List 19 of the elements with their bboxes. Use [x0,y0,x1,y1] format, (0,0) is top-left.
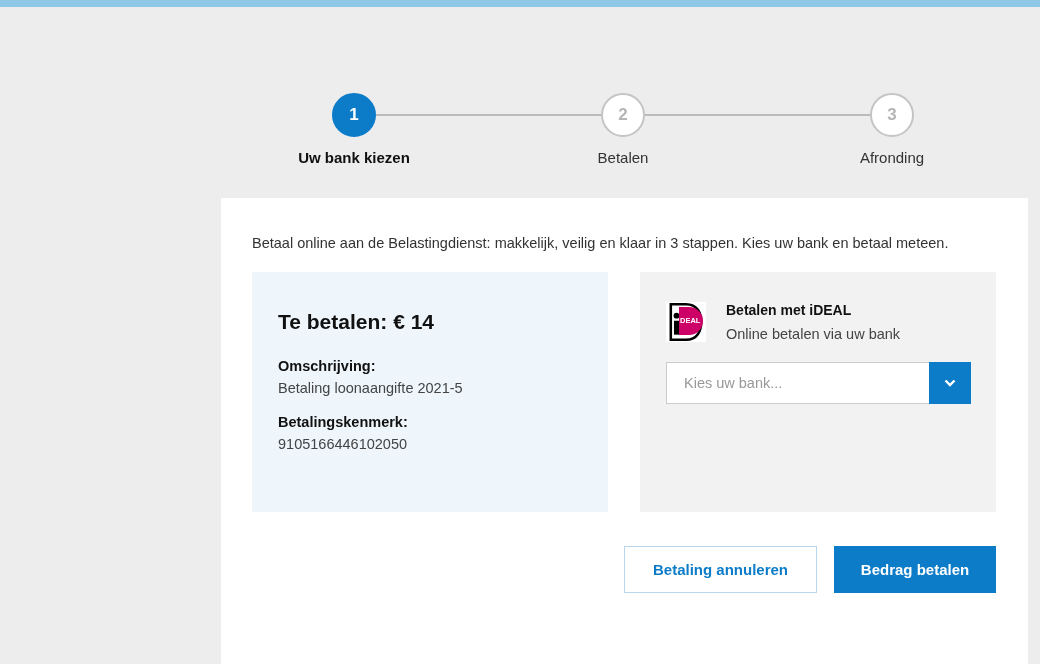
step-circle: 1 [332,93,376,137]
ideal-subtitle: Online betalen via uw bank [726,326,901,342]
chevron-down-icon [944,379,956,387]
intro-text: Betaal online aan de Belastingdienst: makkelijk, veilig en klaar in 3 stappen. Kies uw bank en betaal meteen. [252,234,950,253]
field-value: Betaling loonaangifte 2021-5 [278,380,464,396]
field-value: 9105166446102050 [278,436,409,452]
ideal-title: Betalen met iDEAL [726,302,853,318]
step-circle: 2 [601,93,645,137]
step-label: Afronding [859,149,925,166]
field-label: Omschrijving: [278,358,377,374]
step-label: Betalen [597,149,649,166]
step-label: Uw bank kiezen [298,149,410,166]
field-label: Betalingskenmerk: [278,414,409,430]
step-circle: 3 [870,93,914,137]
bank-select[interactable]: Kies uw bank... [666,362,929,404]
pay-button[interactable]: Bedrag betalen [834,546,996,593]
dropdown-button[interactable] [929,362,971,404]
cancel-button[interactable]: Betaling annuleren [624,546,817,593]
amount-title: Te betalen: € 14 [278,310,435,334]
